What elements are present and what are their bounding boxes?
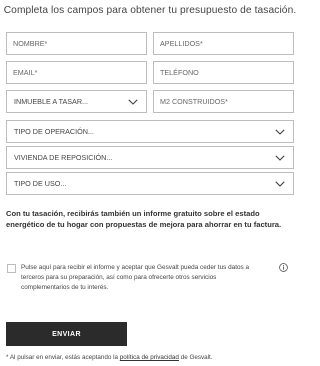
apellidos-field-wrapper — [153, 32, 294, 55]
tipo-uso-value: TIPO DE USO... — [14, 179, 67, 188]
tipo-operacion-select[interactable]: TIPO DE OPERACIÓN... — [6, 120, 294, 143]
vivienda-reposicion-value: VIVIENDA DE REPOSICIÓN... — [14, 153, 113, 162]
privacy-notice-prefix: * Al pulsar en enviar, estás aceptando l… — [6, 354, 120, 361]
chevron-down-icon — [275, 180, 285, 187]
telefono-input[interactable] — [154, 62, 293, 83]
m2-field-wrapper — [153, 90, 294, 113]
chevron-down-icon — [128, 98, 138, 105]
chevron-down-icon — [275, 128, 285, 135]
email-input[interactable] — [7, 62, 146, 83]
tipo-uso-select[interactable]: TIPO DE USO... — [6, 172, 294, 195]
energy-report-info-text: Con tu tasación, recibirás también un in… — [6, 209, 282, 229]
vivienda-reposicion-select[interactable]: VIVIENDA DE REPOSICIÓN... — [6, 146, 294, 169]
apellidos-input[interactable] — [154, 33, 293, 54]
tipo-operacion-value: TIPO DE OPERACIÓN... — [14, 127, 94, 136]
consent-checkbox[interactable] — [7, 264, 16, 273]
nombre-field-wrapper — [6, 32, 147, 55]
inmueble-select-value: INMUEBLE A TASAR... — [14, 97, 89, 106]
privacy-notice-suffix: de Gesvalt. — [178, 354, 213, 361]
privacy-notice: * Al pulsar en enviar, estás aceptando l… — [6, 354, 296, 361]
consent-label: Pulse aquí para recibir el informe y ace… — [21, 264, 250, 292]
email-field-wrapper — [6, 61, 147, 84]
page-heading: Completa los campos para obtener tu pres… — [3, 5, 297, 16]
m2-construidos-input[interactable] — [154, 91, 293, 112]
enviar-button[interactable]: ENVIAR — [6, 322, 127, 346]
telefono-field-wrapper — [153, 61, 294, 84]
info-circle-icon[interactable] — [279, 263, 288, 272]
nombre-input[interactable] — [7, 33, 146, 54]
chevron-down-icon — [275, 154, 285, 161]
inmueble-select[interactable]: INMUEBLE A TASAR... — [6, 90, 147, 113]
privacy-policy-link[interactable]: política de privacidad — [120, 354, 179, 361]
